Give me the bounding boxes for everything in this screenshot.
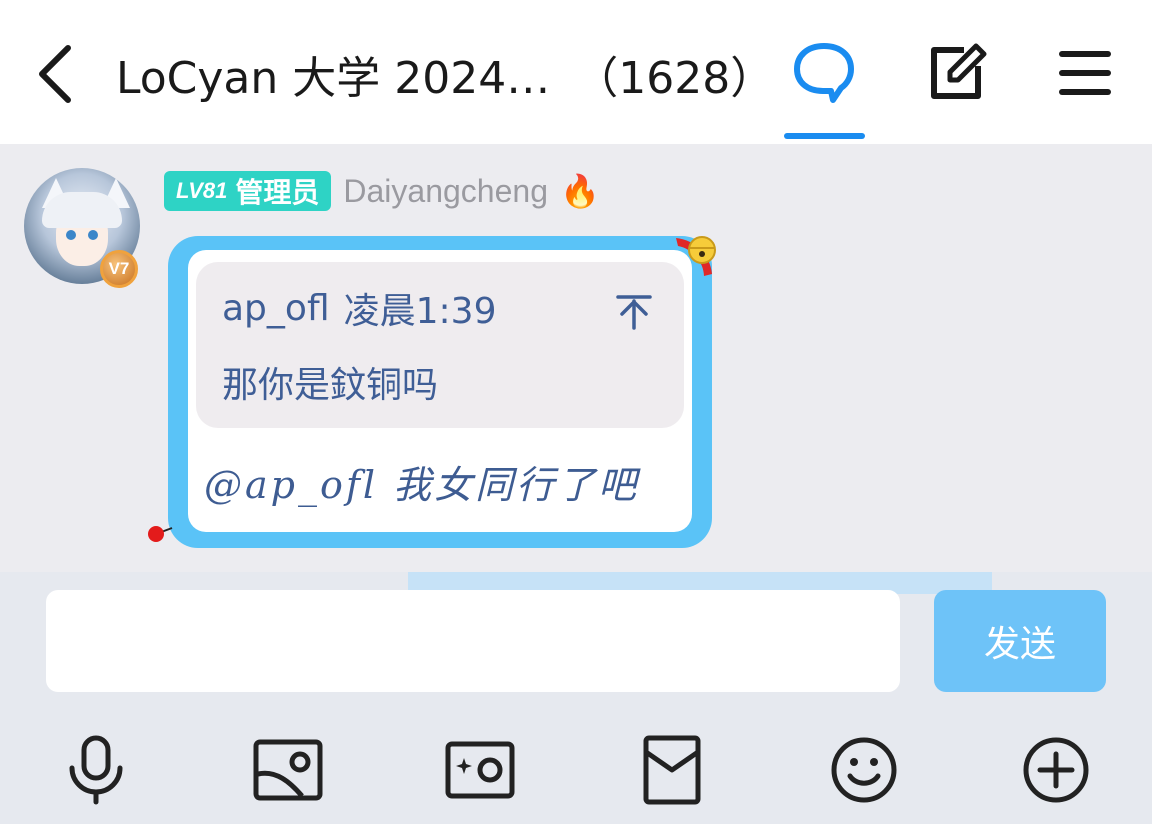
avatar-eye bbox=[88, 230, 98, 240]
avatar-eye bbox=[66, 230, 76, 240]
edit-icon bbox=[931, 43, 987, 99]
chat-bubble-icon bbox=[794, 43, 854, 103]
message-list[interactable]: V7 LV81 管理员 Daiyangcheng 🔥 ap_ofl 凌晨1:39… bbox=[0, 144, 1152, 572]
back-button[interactable] bbox=[28, 36, 84, 112]
level-label: LV81 bbox=[176, 178, 228, 203]
active-tab-indicator bbox=[784, 133, 865, 139]
image-button[interactable] bbox=[250, 732, 326, 808]
send-button[interactable]: 发送 bbox=[934, 590, 1106, 692]
red-packet-button[interactable] bbox=[634, 732, 710, 808]
voice-button[interactable] bbox=[58, 732, 134, 808]
message-bubble[interactable]: ap_ofl 凌晨1:39 那你是鈫铜吗 @ap_ofl 我女同行了吧 bbox=[168, 236, 712, 548]
sender-nickname[interactable]: Daiyangcheng bbox=[343, 173, 548, 210]
quoted-message[interactable]: ap_ofl 凌晨1:39 那你是鈫铜吗 bbox=[196, 262, 684, 428]
member-count: （1628） bbox=[574, 53, 775, 104]
quote-author: ap_ofl bbox=[222, 287, 330, 329]
red-envelope-icon bbox=[643, 735, 701, 805]
camera-icon bbox=[445, 741, 515, 799]
chat-header: LoCyan 大学 2024… （1628） bbox=[0, 0, 1152, 144]
composer: 发送 bbox=[0, 572, 1152, 824]
bubble-decoration-dot bbox=[148, 526, 173, 542]
menu-button[interactable] bbox=[1050, 38, 1120, 108]
vip-badge: V7 bbox=[100, 250, 138, 288]
jump-to-quote-icon[interactable] bbox=[614, 292, 654, 332]
message-bubble-content: ap_ofl 凌晨1:39 那你是鈫铜吗 @ap_ofl 我女同行了吧 bbox=[188, 250, 692, 532]
chat-tab-button[interactable] bbox=[789, 38, 859, 108]
plus-icon bbox=[1023, 737, 1089, 803]
fire-icon: 🔥 bbox=[559, 172, 600, 210]
emoji-button[interactable] bbox=[826, 732, 902, 808]
level-badge: LV81 管理员 bbox=[164, 171, 332, 211]
camera-button[interactable] bbox=[442, 732, 518, 808]
message-text: @ap_ofl 我女同行了吧 bbox=[204, 463, 640, 507]
more-button[interactable] bbox=[1018, 732, 1094, 808]
bell-icon bbox=[676, 236, 716, 276]
emoji-icon bbox=[831, 737, 897, 803]
quote-header: ap_ofl 凌晨1:39 bbox=[222, 282, 658, 334]
chat-title[interactable]: LoCyan 大学 2024… （1628） bbox=[116, 44, 774, 104]
sender-info: LV81 管理员 Daiyangcheng 🔥 bbox=[164, 170, 600, 212]
edit-button[interactable] bbox=[920, 38, 990, 108]
back-arrow-icon bbox=[39, 45, 71, 103]
group-name: LoCyan 大学 2024… bbox=[116, 53, 551, 104]
quote-time: 凌晨1:39 bbox=[343, 291, 497, 332]
role-label: 管理员 bbox=[235, 176, 320, 209]
quote-text: 那你是鈫铜吗 bbox=[222, 365, 439, 406]
microphone-icon bbox=[69, 735, 123, 805]
menu-icon bbox=[1059, 51, 1111, 95]
message-input[interactable] bbox=[46, 590, 900, 692]
avatar-hair bbox=[42, 192, 122, 228]
image-icon bbox=[253, 739, 323, 801]
